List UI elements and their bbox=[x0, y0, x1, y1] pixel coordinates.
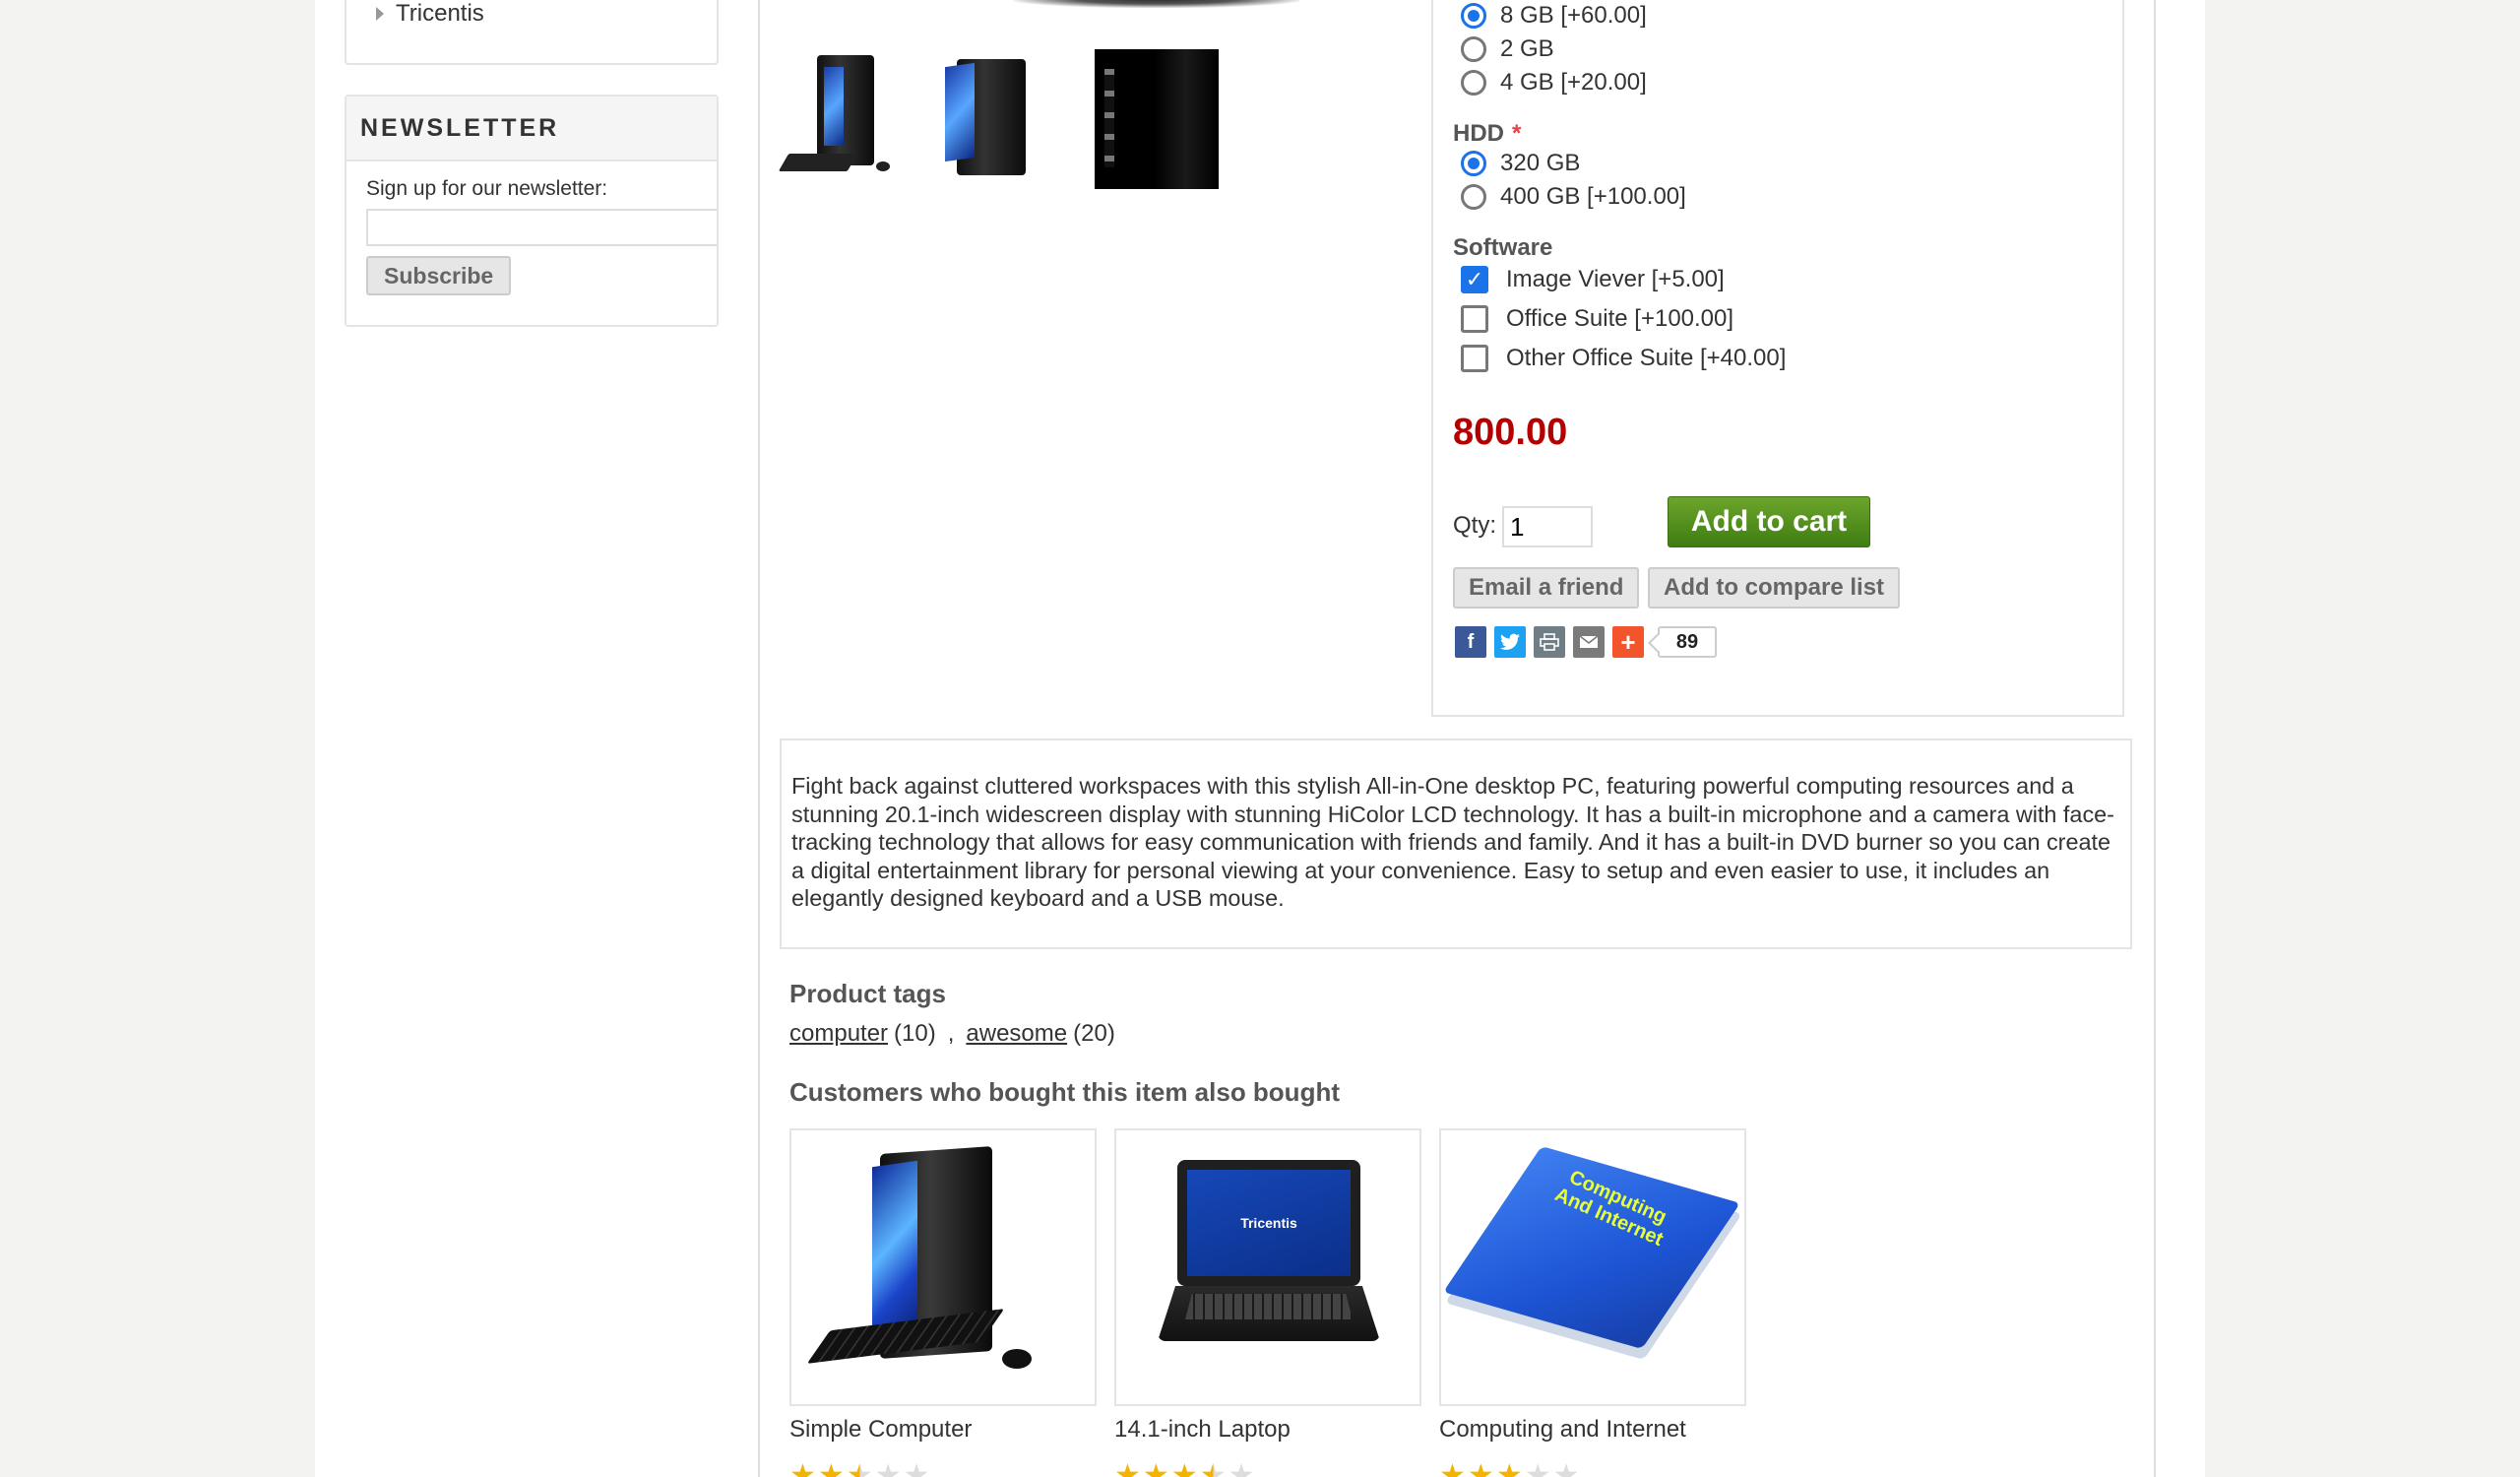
ram-option-4gb[interactable]: 4 GB [+20.00] bbox=[1461, 69, 1647, 96]
main-product-image[interactable] bbox=[1014, 0, 1299, 8]
thumbnail-3[interactable] bbox=[1095, 49, 1219, 189]
product-card-simple-computer[interactable] bbox=[789, 1128, 1097, 1406]
category-item-label: Tricentis bbox=[396, 0, 484, 27]
rating-stars-computing-internet: ★ ★ ★ ★ ★ bbox=[1439, 1461, 1580, 1477]
software-option-image-viewer[interactable]: ✓ Image Viever [+5.00] bbox=[1461, 266, 1725, 293]
hdd-label-text: HDD bbox=[1453, 120, 1504, 147]
ram-option-2gb[interactable]: 2 GB bbox=[1461, 35, 1554, 63]
option-label: 2 GB bbox=[1500, 35, 1554, 62]
radio-selected-icon[interactable] bbox=[1461, 151, 1486, 176]
star-icon: ★ bbox=[1228, 1459, 1255, 1477]
checkbox-icon[interactable] bbox=[1461, 345, 1488, 372]
qty-input[interactable] bbox=[1502, 506, 1593, 547]
newsletter-label: Sign up for our newsletter: bbox=[366, 177, 608, 200]
category-item-tricentis[interactable]: Tricentis bbox=[376, 0, 484, 28]
twitter-icon[interactable] bbox=[1494, 626, 1526, 658]
subscribe-button[interactable]: Subscribe bbox=[366, 256, 512, 295]
product-price: 800.00 bbox=[1453, 412, 1568, 453]
product-card-computing-internet[interactable]: Computing And Internet bbox=[1439, 1128, 1746, 1406]
option-label: Image Viever [+5.00] bbox=[1506, 266, 1725, 292]
tag-count: (10) bbox=[894, 1020, 936, 1047]
newsletter-box: NEWSLETTER Sign up for our newsletter: S… bbox=[345, 95, 719, 327]
product-tags-list: computer (10) , awesome (20) bbox=[789, 1020, 1115, 1048]
print-icon[interactable] bbox=[1534, 626, 1565, 658]
star-icon: ★ bbox=[1114, 1459, 1141, 1477]
star-icon: ★ bbox=[1552, 1459, 1580, 1477]
product-name-laptop[interactable]: 14.1-inch Laptop bbox=[1114, 1416, 1291, 1444]
star-icon: ★ bbox=[874, 1459, 902, 1477]
newsletter-title: NEWSLETTER bbox=[360, 113, 560, 142]
star-icon: ★ bbox=[789, 1459, 816, 1477]
hdd-option-320gb[interactable]: 320 GB bbox=[1461, 150, 1580, 177]
checkbox-icon[interactable] bbox=[1461, 305, 1488, 333]
qty-label: Qty: bbox=[1453, 512, 1497, 539]
option-label: 4 GB [+20.00] bbox=[1500, 69, 1647, 96]
star-icon: ★ bbox=[817, 1459, 845, 1477]
required-marker: * bbox=[1512, 120, 1522, 147]
option-label: Other Office Suite [+40.00] bbox=[1506, 345, 1787, 371]
option-label: 400 GB [+100.00] bbox=[1500, 183, 1686, 210]
hdd-label: HDD * bbox=[1453, 120, 1521, 148]
star-icon: ★ bbox=[1142, 1459, 1169, 1477]
star-icon: ★ bbox=[847, 1461, 873, 1477]
newsletter-header: NEWSLETTER bbox=[346, 96, 717, 161]
product-description: Fight back against cluttered workspaces … bbox=[791, 773, 2114, 912]
thumbnail-1[interactable] bbox=[778, 49, 900, 187]
option-label: 320 GB bbox=[1500, 150, 1581, 176]
facebook-icon[interactable]: f bbox=[1455, 626, 1486, 658]
star-icon: ★ bbox=[1524, 1459, 1551, 1477]
hdd-option-400gb[interactable]: 400 GB [+100.00] bbox=[1461, 183, 1686, 211]
arrow-right-icon bbox=[376, 7, 384, 21]
rating-stars-simple-computer: ★ ★ ★ ★ ★ bbox=[789, 1461, 930, 1477]
laptop-brand-text: Tricentis bbox=[1240, 1215, 1297, 1231]
tag-count: (20) bbox=[1073, 1020, 1115, 1047]
thumbnail-2[interactable] bbox=[935, 49, 1057, 187]
checkbox-checked-icon[interactable]: ✓ bbox=[1461, 266, 1488, 293]
radio-icon[interactable] bbox=[1461, 36, 1486, 62]
tag-separator: , bbox=[947, 1020, 955, 1047]
email-friend-button[interactable]: Email a friend bbox=[1453, 567, 1640, 609]
product-description-box: Fight back against cluttered workspaces … bbox=[780, 738, 2132, 949]
software-option-other-office-suite[interactable]: Other Office Suite [+40.00] bbox=[1461, 345, 1786, 372]
star-icon: ★ bbox=[1467, 1459, 1494, 1477]
software-label: Software bbox=[1453, 234, 1553, 261]
product-tags-title: Product tags bbox=[789, 979, 946, 1008]
tag-computer[interactable]: computer bbox=[789, 1020, 888, 1048]
star-icon: ★ bbox=[1439, 1459, 1466, 1477]
software-option-office-suite[interactable]: Office Suite [+100.00] bbox=[1461, 305, 1733, 333]
email-icon[interactable] bbox=[1573, 626, 1605, 658]
ram-option-8gb[interactable]: 8 GB [+60.00] bbox=[1461, 2, 1647, 30]
option-label: Office Suite [+100.00] bbox=[1506, 305, 1734, 332]
radio-selected-icon[interactable] bbox=[1461, 3, 1486, 29]
also-bought-title: Customers who bought this item also boug… bbox=[789, 1077, 1340, 1107]
star-icon: ★ bbox=[1200, 1461, 1227, 1477]
newsletter-email-input[interactable] bbox=[366, 209, 717, 246]
star-icon: ★ bbox=[1495, 1459, 1523, 1477]
add-to-cart-button[interactable]: Add to cart bbox=[1668, 496, 1870, 547]
share-count: 89 bbox=[1658, 626, 1717, 658]
radio-icon[interactable] bbox=[1461, 70, 1486, 96]
option-label: 8 GB [+60.00] bbox=[1500, 2, 1647, 29]
add-to-compare-button[interactable]: Add to compare list bbox=[1648, 567, 1901, 609]
product-name-computing-internet[interactable]: Computing and Internet bbox=[1439, 1416, 1686, 1444]
plus-icon[interactable]: + bbox=[1612, 626, 1644, 658]
product-name-simple-computer[interactable]: Simple Computer bbox=[789, 1416, 972, 1444]
star-icon: ★ bbox=[1170, 1459, 1198, 1477]
rating-stars-laptop: ★ ★ ★ ★ ★ bbox=[1114, 1461, 1255, 1477]
star-icon: ★ bbox=[903, 1459, 930, 1477]
tag-awesome[interactable]: awesome bbox=[966, 1020, 1067, 1048]
product-card-laptop[interactable]: Tricentis bbox=[1114, 1128, 1421, 1406]
categories-box: Tricentis bbox=[345, 0, 719, 65]
radio-icon[interactable] bbox=[1461, 184, 1486, 210]
